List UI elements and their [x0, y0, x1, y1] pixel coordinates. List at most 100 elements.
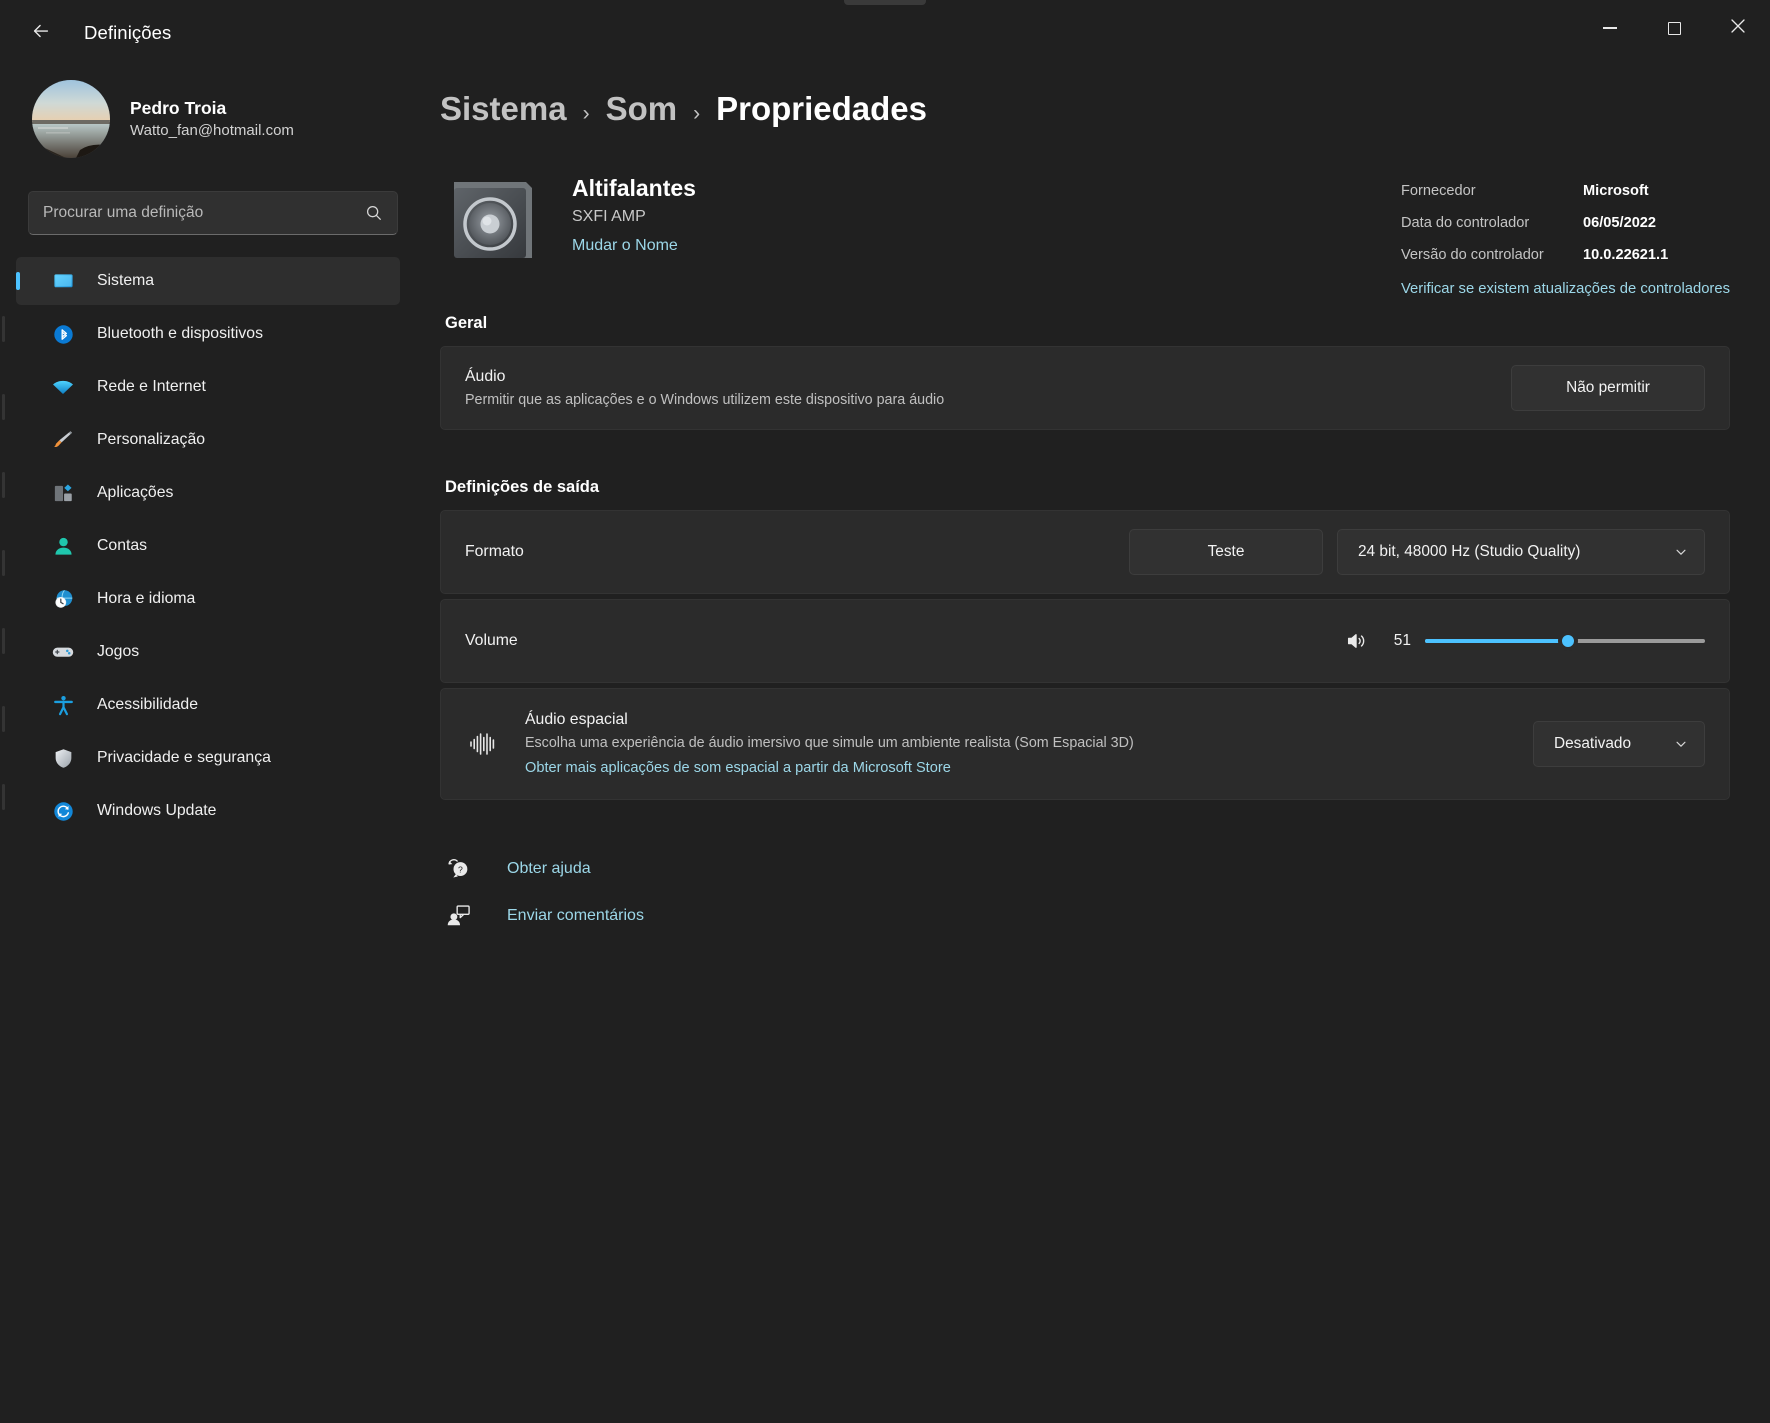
driver-vendor-value: Microsoft [1583, 176, 1649, 208]
sidebar: Pedro Troia Watto_fan@hotmail.com [0, 66, 430, 1423]
volume-control: 51 [1345, 628, 1705, 654]
driver-info: Fornecedor Microsoft Data do controlador… [1401, 176, 1730, 297]
sidebar-item-sistema[interactable]: Sistema [16, 257, 400, 305]
app-title: Definições [84, 22, 171, 44]
search-box[interactable] [28, 191, 398, 235]
get-help-label: Obter ajuda [507, 860, 591, 878]
sidebar-nav: Sistema Bluetooth e dispositivos [0, 257, 430, 835]
device-subtitle: SXFI AMP [572, 208, 696, 226]
device-name: Altifalantes [572, 174, 696, 203]
sidebar-item-windows-update[interactable]: Windows Update [16, 787, 400, 835]
device-header: Altifalantes SXFI AMP Mudar o Nome Forne… [440, 166, 1730, 266]
get-help-link[interactable]: ? Obter ajuda [445, 856, 591, 881]
svg-text:?: ? [458, 865, 463, 875]
person-icon [50, 533, 76, 559]
minimize-icon [1603, 27, 1617, 28]
check-driver-updates-link[interactable]: Verificar se existem atualizações de con… [1401, 281, 1730, 297]
sidebar-item-acessibilidade[interactable]: Acessibilidade [16, 681, 400, 729]
format-card: Formato Teste 24 bit, 48000 Hz (Studio Q… [440, 510, 1730, 594]
sidebar-item-label: Personalização [97, 431, 205, 449]
send-feedback-label: Enviar comentários [507, 907, 644, 925]
back-button[interactable] [18, 10, 64, 56]
audio-permission-card: Áudio Permitir que as aplicações e o Win… [440, 346, 1730, 430]
volume-value: 51 [1381, 632, 1411, 650]
driver-version-row: Versão do controlador 10.0.22621.1 [1401, 240, 1730, 272]
volume-icon[interactable] [1345, 630, 1367, 652]
sidebar-item-label: Windows Update [97, 802, 216, 820]
help-icon: ? [445, 856, 471, 881]
spatial-audio-description: Escolha uma experiência de áudio imersiv… [525, 735, 1533, 751]
search-icon[interactable] [365, 204, 383, 222]
speaker-icon [440, 166, 540, 266]
volume-slider[interactable] [1425, 628, 1705, 654]
spatial-audio-card: Áudio espacial Escolha uma experiência d… [440, 688, 1730, 800]
maximize-button[interactable] [1642, 0, 1706, 56]
profile-email: Watto_fan@hotmail.com [130, 121, 294, 141]
send-feedback-link[interactable]: Enviar comentários [445, 903, 644, 928]
sidebar-item-personalizacao[interactable]: Personalização [16, 416, 400, 464]
sidebar-item-label: Aplicações [97, 484, 173, 502]
volume-label: Volume [465, 632, 1345, 650]
window-drag-handle[interactable] [844, 0, 926, 5]
format-dropdown[interactable]: 24 bit, 48000 Hz (Studio Quality) [1337, 529, 1705, 575]
paintbrush-icon [50, 427, 76, 453]
audio-card-text: Áudio Permitir que as aplicações e o Win… [465, 368, 1511, 408]
footer-links: ? Obter ajuda Enviar comentários [445, 856, 1730, 928]
search-input[interactable] [43, 204, 365, 222]
section-title-definicoes-de-saida: Definições de saída [445, 478, 1730, 497]
sidebar-item-label: Contas [97, 537, 147, 555]
breadcrumb-sistema[interactable]: Sistema [440, 90, 567, 128]
breadcrumb-separator-icon: › [583, 102, 590, 126]
sidebar-item-label: Sistema [97, 272, 154, 290]
bluetooth-icon [50, 321, 76, 347]
sidebar-item-rede-e-internet[interactable]: Rede e Internet [16, 363, 400, 411]
clock-globe-icon [50, 586, 76, 612]
spatial-store-link[interactable]: Obter mais aplicações de som espacial a … [525, 760, 951, 776]
volume-slider-thumb[interactable] [1558, 631, 1578, 651]
breadcrumb-separator-icon: › [693, 102, 700, 126]
sidebar-item-bluetooth-e-dispositivos[interactable]: Bluetooth e dispositivos [16, 310, 400, 358]
disallow-audio-button[interactable]: Não permitir [1511, 365, 1705, 411]
minimize-button[interactable] [1578, 0, 1642, 56]
sidebar-item-label: Privacidade e segurança [97, 749, 271, 767]
driver-version-value: 10.0.22621.1 [1583, 240, 1668, 272]
sidebar-item-hora-e-idioma[interactable]: Hora e idioma [16, 575, 400, 623]
format-label: Formato [465, 543, 1129, 561]
wifi-icon [50, 374, 76, 400]
driver-vendor-label: Fornecedor [1401, 176, 1583, 208]
sidebar-item-label: Jogos [97, 643, 139, 661]
shield-icon [50, 745, 76, 771]
app-shell: Pedro Troia Watto_fan@hotmail.com [0, 66, 1770, 1423]
audio-card-description: Permitir que as aplicações e o Windows u… [465, 392, 1511, 408]
main-content: Sistema › Som › Propriedades [430, 66, 1770, 1423]
format-card-text: Formato [465, 543, 1129, 561]
driver-vendor-row: Fornecedor Microsoft [1401, 176, 1730, 208]
format-selected-value: 24 bit, 48000 Hz (Studio Quality) [1358, 543, 1580, 561]
section-title-geral: Geral [445, 314, 1730, 333]
maximize-icon [1668, 22, 1681, 35]
close-button[interactable] [1706, 0, 1770, 56]
profile-text: Pedro Troia Watto_fan@hotmail.com [130, 97, 294, 142]
sidebar-scroll-marks [2, 316, 5, 1036]
sidebar-item-jogos[interactable]: Jogos [16, 628, 400, 676]
chevron-down-icon [1674, 737, 1688, 751]
sidebar-item-contas[interactable]: Contas [16, 522, 400, 570]
gamepad-icon [50, 639, 76, 665]
rename-device-link[interactable]: Mudar o Nome [572, 237, 678, 255]
back-arrow-icon [30, 20, 52, 47]
apps-icon [50, 480, 76, 506]
accessibility-icon [50, 692, 76, 718]
sidebar-item-label: Acessibilidade [97, 696, 198, 714]
driver-version-label: Versão do controlador [1401, 240, 1583, 272]
driver-date-label: Data do controlador [1401, 208, 1583, 240]
spatial-audio-dropdown[interactable]: Desativado [1533, 721, 1705, 767]
test-format-button[interactable]: Teste [1129, 529, 1323, 575]
sidebar-item-aplicacoes[interactable]: Aplicações [16, 469, 400, 517]
breadcrumb-som[interactable]: Som [606, 90, 678, 128]
chevron-down-icon [1674, 545, 1688, 559]
monitor-icon [50, 268, 76, 294]
user-profile[interactable]: Pedro Troia Watto_fan@hotmail.com [32, 80, 430, 158]
update-icon [50, 798, 76, 824]
sidebar-item-privacidade-e-seguranca[interactable]: Privacidade e segurança [16, 734, 400, 782]
breadcrumb: Sistema › Som › Propriedades [440, 90, 1730, 128]
